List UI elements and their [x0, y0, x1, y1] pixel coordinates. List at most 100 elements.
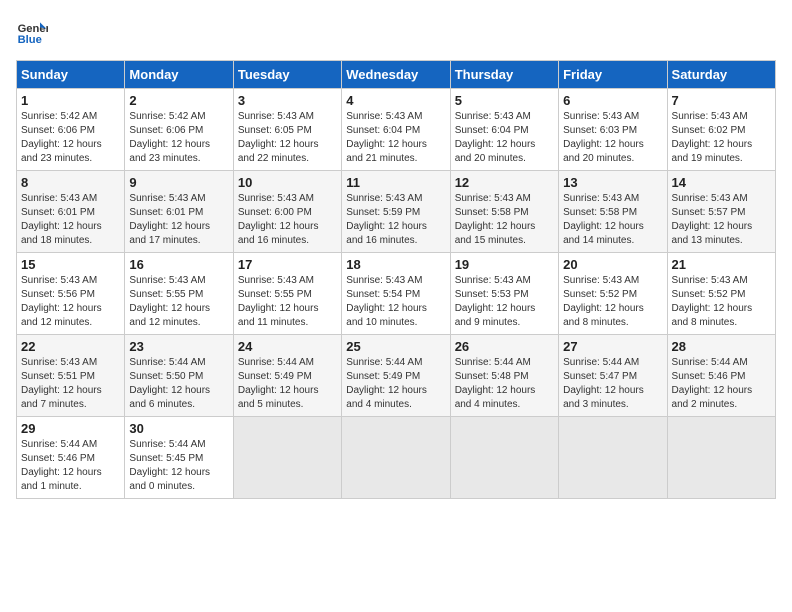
calendar-cell: 25 Sunrise: 5:44 AM Sunset: 5:49 PM Dayl…: [342, 335, 450, 417]
day-info: Sunrise: 5:43 AM Sunset: 6:01 PM Dayligh…: [129, 192, 228, 248]
calendar-cell: 11 Sunrise: 5:43 AM Sunset: 5:59 PM Dayl…: [342, 171, 450, 253]
day-info: Sunrise: 5:42 AM Sunset: 6:06 PM Dayligh…: [129, 110, 228, 166]
calendar-cell: 4 Sunrise: 5:43 AM Sunset: 6:04 PM Dayli…: [342, 89, 450, 171]
day-number: 25: [346, 339, 445, 354]
weekday-header-monday: Monday: [125, 61, 233, 89]
calendar-cell: 19 Sunrise: 5:43 AM Sunset: 5:53 PM Dayl…: [450, 253, 558, 335]
day-info: Sunrise: 5:43 AM Sunset: 5:57 PM Dayligh…: [672, 192, 771, 248]
calendar-cell: 12 Sunrise: 5:43 AM Sunset: 5:58 PM Dayl…: [450, 171, 558, 253]
day-info: Sunrise: 5:43 AM Sunset: 5:51 PM Dayligh…: [21, 356, 120, 412]
day-info: Sunrise: 5:43 AM Sunset: 6:01 PM Dayligh…: [21, 192, 120, 248]
day-number: 12: [455, 175, 554, 190]
calendar-cell: [450, 417, 558, 499]
day-number: 4: [346, 93, 445, 108]
calendar-cell: 6 Sunrise: 5:43 AM Sunset: 6:03 PM Dayli…: [559, 89, 667, 171]
page-header: General Blue: [16, 16, 776, 48]
calendar-cell: 17 Sunrise: 5:43 AM Sunset: 5:55 PM Dayl…: [233, 253, 341, 335]
day-info: Sunrise: 5:43 AM Sunset: 5:55 PM Dayligh…: [238, 274, 337, 330]
day-info: Sunrise: 5:43 AM Sunset: 6:04 PM Dayligh…: [346, 110, 445, 166]
day-info: Sunrise: 5:43 AM Sunset: 6:05 PM Dayligh…: [238, 110, 337, 166]
day-info: Sunrise: 5:43 AM Sunset: 5:58 PM Dayligh…: [455, 192, 554, 248]
day-number: 10: [238, 175, 337, 190]
day-number: 1: [21, 93, 120, 108]
day-info: Sunrise: 5:42 AM Sunset: 6:06 PM Dayligh…: [21, 110, 120, 166]
day-info: Sunrise: 5:43 AM Sunset: 5:59 PM Dayligh…: [346, 192, 445, 248]
calendar-cell: 7 Sunrise: 5:43 AM Sunset: 6:02 PM Dayli…: [667, 89, 775, 171]
calendar-cell: 9 Sunrise: 5:43 AM Sunset: 6:01 PM Dayli…: [125, 171, 233, 253]
calendar-cell: 26 Sunrise: 5:44 AM Sunset: 5:48 PM Dayl…: [450, 335, 558, 417]
calendar-cell: 30 Sunrise: 5:44 AM Sunset: 5:45 PM Dayl…: [125, 417, 233, 499]
day-number: 27: [563, 339, 662, 354]
day-number: 6: [563, 93, 662, 108]
calendar-cell: [233, 417, 341, 499]
calendar-cell: 14 Sunrise: 5:43 AM Sunset: 5:57 PM Dayl…: [667, 171, 775, 253]
day-info: Sunrise: 5:43 AM Sunset: 6:00 PM Dayligh…: [238, 192, 337, 248]
day-info: Sunrise: 5:43 AM Sunset: 6:04 PM Dayligh…: [455, 110, 554, 166]
day-number: 21: [672, 257, 771, 272]
calendar-cell: 20 Sunrise: 5:43 AM Sunset: 5:52 PM Dayl…: [559, 253, 667, 335]
calendar-cell: 8 Sunrise: 5:43 AM Sunset: 6:01 PM Dayli…: [17, 171, 125, 253]
day-number: 17: [238, 257, 337, 272]
day-number: 29: [21, 421, 120, 436]
day-number: 19: [455, 257, 554, 272]
day-info: Sunrise: 5:43 AM Sunset: 5:52 PM Dayligh…: [672, 274, 771, 330]
day-info: Sunrise: 5:43 AM Sunset: 5:54 PM Dayligh…: [346, 274, 445, 330]
calendar-cell: 15 Sunrise: 5:43 AM Sunset: 5:56 PM Dayl…: [17, 253, 125, 335]
day-number: 11: [346, 175, 445, 190]
day-number: 2: [129, 93, 228, 108]
calendar-week-3: 15 Sunrise: 5:43 AM Sunset: 5:56 PM Dayl…: [17, 253, 776, 335]
day-info: Sunrise: 5:43 AM Sunset: 5:56 PM Dayligh…: [21, 274, 120, 330]
calendar-cell: 21 Sunrise: 5:43 AM Sunset: 5:52 PM Dayl…: [667, 253, 775, 335]
calendar-cell: 28 Sunrise: 5:44 AM Sunset: 5:46 PM Dayl…: [667, 335, 775, 417]
weekday-header-saturday: Saturday: [667, 61, 775, 89]
day-number: 8: [21, 175, 120, 190]
day-info: Sunrise: 5:44 AM Sunset: 5:46 PM Dayligh…: [21, 438, 120, 494]
calendar-cell: [559, 417, 667, 499]
calendar-cell: 29 Sunrise: 5:44 AM Sunset: 5:46 PM Dayl…: [17, 417, 125, 499]
day-number: 30: [129, 421, 228, 436]
day-number: 28: [672, 339, 771, 354]
calendar-table: SundayMondayTuesdayWednesdayThursdayFrid…: [16, 60, 776, 499]
day-info: Sunrise: 5:44 AM Sunset: 5:46 PM Dayligh…: [672, 356, 771, 412]
calendar-cell: 27 Sunrise: 5:44 AM Sunset: 5:47 PM Dayl…: [559, 335, 667, 417]
calendar-cell: 5 Sunrise: 5:43 AM Sunset: 6:04 PM Dayli…: [450, 89, 558, 171]
day-number: 22: [21, 339, 120, 354]
day-number: 3: [238, 93, 337, 108]
day-number: 7: [672, 93, 771, 108]
day-number: 24: [238, 339, 337, 354]
calendar-week-2: 8 Sunrise: 5:43 AM Sunset: 6:01 PM Dayli…: [17, 171, 776, 253]
calendar-cell: [667, 417, 775, 499]
calendar-week-5: 29 Sunrise: 5:44 AM Sunset: 5:46 PM Dayl…: [17, 417, 776, 499]
calendar-cell: 2 Sunrise: 5:42 AM Sunset: 6:06 PM Dayli…: [125, 89, 233, 171]
day-info: Sunrise: 5:44 AM Sunset: 5:45 PM Dayligh…: [129, 438, 228, 494]
calendar-cell: 1 Sunrise: 5:42 AM Sunset: 6:06 PM Dayli…: [17, 89, 125, 171]
day-number: 15: [21, 257, 120, 272]
day-info: Sunrise: 5:43 AM Sunset: 5:55 PM Dayligh…: [129, 274, 228, 330]
day-number: 26: [455, 339, 554, 354]
calendar-cell: 23 Sunrise: 5:44 AM Sunset: 5:50 PM Dayl…: [125, 335, 233, 417]
calendar-cell: 18 Sunrise: 5:43 AM Sunset: 5:54 PM Dayl…: [342, 253, 450, 335]
day-number: 20: [563, 257, 662, 272]
calendar-week-1: 1 Sunrise: 5:42 AM Sunset: 6:06 PM Dayli…: [17, 89, 776, 171]
weekday-header-tuesday: Tuesday: [233, 61, 341, 89]
day-number: 16: [129, 257, 228, 272]
day-info: Sunrise: 5:43 AM Sunset: 5:58 PM Dayligh…: [563, 192, 662, 248]
weekday-header-wednesday: Wednesday: [342, 61, 450, 89]
day-number: 23: [129, 339, 228, 354]
weekday-header-sunday: Sunday: [17, 61, 125, 89]
day-info: Sunrise: 5:44 AM Sunset: 5:48 PM Dayligh…: [455, 356, 554, 412]
weekday-header-thursday: Thursday: [450, 61, 558, 89]
svg-text:Blue: Blue: [18, 34, 42, 46]
day-info: Sunrise: 5:44 AM Sunset: 5:49 PM Dayligh…: [346, 356, 445, 412]
calendar-cell: 16 Sunrise: 5:43 AM Sunset: 5:55 PM Dayl…: [125, 253, 233, 335]
logo-icon: General Blue: [16, 16, 48, 48]
day-number: 5: [455, 93, 554, 108]
weekday-header-row: SundayMondayTuesdayWednesdayThursdayFrid…: [17, 61, 776, 89]
svg-text:General: General: [18, 23, 48, 35]
day-info: Sunrise: 5:44 AM Sunset: 5:49 PM Dayligh…: [238, 356, 337, 412]
day-info: Sunrise: 5:43 AM Sunset: 5:53 PM Dayligh…: [455, 274, 554, 330]
calendar-cell: [342, 417, 450, 499]
calendar-cell: 13 Sunrise: 5:43 AM Sunset: 5:58 PM Dayl…: [559, 171, 667, 253]
calendar-cell: 24 Sunrise: 5:44 AM Sunset: 5:49 PM Dayl…: [233, 335, 341, 417]
day-number: 14: [672, 175, 771, 190]
